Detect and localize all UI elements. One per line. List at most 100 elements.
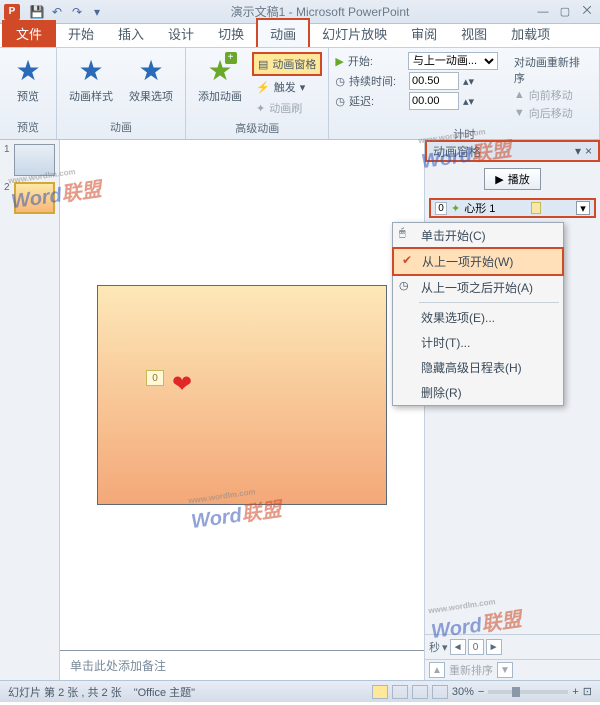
animation-painter-button[interactable]: ✦ 动画刷 bbox=[252, 98, 322, 118]
animation-list-item[interactable]: 0 ✦ 心形 1 ▾ bbox=[429, 198, 596, 218]
tab-review[interactable]: 审阅 bbox=[399, 20, 449, 47]
mouse-icon: 🖱 bbox=[399, 227, 406, 240]
thumbnails-panel: 1 2 bbox=[0, 140, 60, 680]
timeline-bar bbox=[531, 202, 541, 214]
animation-pane-button[interactable]: ▤ 动画窗格 bbox=[252, 52, 322, 76]
app-icon: P bbox=[4, 4, 20, 20]
tab-insert[interactable]: 插入 bbox=[106, 20, 156, 47]
tab-addins[interactable]: 加载项 bbox=[499, 20, 562, 47]
star-icon: ★ bbox=[138, 54, 163, 87]
reorder-up-button[interactable]: ▲ bbox=[429, 662, 445, 678]
duration-input[interactable] bbox=[409, 72, 459, 90]
animation-styles-button[interactable]: ★ 动画样式 bbox=[63, 52, 119, 106]
pane-icon: ▤ bbox=[258, 58, 268, 71]
slide-canvas[interactable]: 0 ❤ bbox=[60, 140, 424, 650]
fit-button[interactable]: ⊡ bbox=[583, 685, 592, 698]
slide-thumb-2[interactable]: 2 bbox=[4, 182, 55, 214]
qat-dropdown-icon[interactable]: ▾ bbox=[88, 3, 106, 21]
check-icon: ✔ bbox=[402, 253, 412, 267]
delay-input[interactable] bbox=[409, 92, 459, 110]
zoom-out-button[interactable]: − bbox=[478, 686, 484, 698]
item-dropdown-button[interactable]: ▾ bbox=[576, 201, 590, 215]
pane-close-icon[interactable]: × bbox=[585, 144, 592, 158]
pane-header: 动画窗格 ▾ × bbox=[425, 140, 600, 162]
star-icon: ★ bbox=[78, 54, 103, 87]
menu-remove[interactable]: 删除(R) bbox=[393, 380, 563, 405]
animation-pane: 动画窗格 ▾ × ▶ 播放 0 ✦ 心形 1 ▾ 秒 ▾ ◄ 0 ► ▲ 重新排… bbox=[424, 140, 600, 680]
menu-with-previous[interactable]: ✔ 从上一项开始(W) bbox=[392, 247, 564, 276]
close-button[interactable]: ⨉ bbox=[578, 4, 596, 20]
tab-home[interactable]: 开始 bbox=[56, 20, 106, 47]
timeline-next-button[interactable]: ► bbox=[486, 639, 502, 655]
preview-button[interactable]: ★ 预览 bbox=[6, 52, 50, 106]
theme-name: "Office 主题" bbox=[134, 684, 195, 700]
down-icon: ▼ bbox=[514, 107, 525, 119]
reorder-down-button[interactable]: ▼ bbox=[497, 662, 513, 678]
animation-tag[interactable]: 0 bbox=[146, 370, 164, 386]
workspace: 1 2 0 ❤ 单击此处添加备注 动画窗格 ▾ × ▶ 播放 0 ✦ bbox=[0, 140, 600, 680]
thumb-preview bbox=[14, 182, 56, 214]
timeline-pos: 0 bbox=[468, 639, 484, 655]
pane-dropdown-icon[interactable]: ▾ bbox=[575, 144, 581, 158]
move-later-button[interactable]: ▼向后移动 bbox=[514, 104, 587, 122]
slideshow-view-button[interactable] bbox=[432, 685, 448, 699]
menu-hide-timeline[interactable]: 隐藏高级日程表(H) bbox=[393, 355, 563, 380]
slide-area: 0 ❤ 单击此处添加备注 bbox=[60, 140, 424, 680]
slide[interactable]: 0 ❤ bbox=[97, 285, 387, 505]
up-icon: ▲ bbox=[514, 89, 525, 101]
clock-icon: ◷ bbox=[399, 279, 409, 292]
notes-pane[interactable]: 单击此处添加备注 bbox=[60, 650, 424, 680]
star-plus-icon: ★+ bbox=[207, 54, 232, 87]
group-timing: ▶ 开始: 与上一动画... ◷ 持续时间: ▴▾ ◷ 延迟: ▴▾ bbox=[329, 48, 600, 139]
sorter-view-button[interactable] bbox=[392, 685, 408, 699]
tab-design[interactable]: 设计 bbox=[156, 20, 206, 47]
move-earlier-button[interactable]: ▲向前移动 bbox=[514, 86, 587, 104]
menu-on-click[interactable]: 🖱 单击开始(C) bbox=[393, 223, 563, 248]
menu-timing[interactable]: 计时(T)... bbox=[393, 330, 563, 355]
play-icon: ▶ bbox=[335, 55, 343, 68]
tab-file[interactable]: 文件 bbox=[2, 20, 56, 47]
trigger-button[interactable]: ⚡ 触发 ▾ bbox=[252, 77, 322, 97]
tab-slideshow[interactable]: 幻灯片放映 bbox=[310, 20, 399, 47]
redo-icon[interactable]: ↷ bbox=[68, 3, 86, 21]
pane-reorder-row: ▲ 重新排序 ▼ bbox=[425, 659, 600, 680]
play-button[interactable]: ▶ 播放 bbox=[484, 168, 540, 190]
save-icon[interactable]: 💾 bbox=[28, 3, 46, 21]
clock-icon: ◷ bbox=[335, 75, 345, 88]
spinner-icon[interactable]: ▴▾ bbox=[463, 95, 474, 108]
group-preview: ★ 预览 预览 bbox=[0, 48, 57, 139]
ribbon: ★ 预览 预览 ★ 动画样式 ★ 效果选项 动画 ★+ 添加动画 bbox=[0, 48, 600, 140]
effect-options-button[interactable]: ★ 效果选项 bbox=[123, 52, 179, 106]
add-animation-button[interactable]: ★+ 添加动画 bbox=[192, 52, 248, 106]
menu-effect-options[interactable]: 效果选项(E)... bbox=[393, 305, 563, 330]
play-icon: ▶ bbox=[495, 173, 503, 186]
tab-view[interactable]: 视图 bbox=[449, 20, 499, 47]
zoom-in-button[interactable]: + bbox=[572, 686, 578, 698]
zoom-slider[interactable] bbox=[488, 690, 568, 694]
pane-timeline-footer: 秒 ▾ ◄ 0 ► bbox=[425, 634, 600, 659]
tab-transitions[interactable]: 切换 bbox=[206, 20, 256, 47]
status-bar: 幻灯片 第 2 张 , 共 2 张 "Office 主题" 30% − + ⊡ bbox=[0, 680, 600, 702]
menu-after-previous[interactable]: ◷ 从上一项之后开始(A) bbox=[393, 275, 563, 300]
slide-thumb-1[interactable]: 1 bbox=[4, 144, 55, 176]
start-select[interactable]: 与上一动画... bbox=[408, 52, 498, 70]
reading-view-button[interactable] bbox=[412, 685, 428, 699]
maximize-button[interactable]: ▢ bbox=[556, 4, 574, 20]
entrance-icon: ✦ bbox=[451, 202, 460, 215]
window-title: 演示文稿1 - Microsoft PowerPoint bbox=[106, 3, 534, 20]
context-menu: 🖱 单击开始(C) ✔ 从上一项开始(W) ◷ 从上一项之后开始(A) 效果选项… bbox=[392, 222, 564, 406]
timeline-prev-button[interactable]: ◄ bbox=[450, 639, 466, 655]
spinner-icon[interactable]: ▴▾ bbox=[463, 75, 474, 88]
tab-animations[interactable]: 动画 bbox=[256, 18, 310, 47]
quick-access-toolbar: 💾 ↶ ↷ ▾ bbox=[28, 3, 106, 21]
ribbon-tabs: 文件 开始 插入 设计 切换 动画 幻灯片放映 审阅 视图 加载项 bbox=[0, 24, 600, 48]
normal-view-button[interactable] bbox=[372, 685, 388, 699]
menu-separator bbox=[419, 302, 559, 303]
undo-icon[interactable]: ↶ bbox=[48, 3, 66, 21]
heart-shape[interactable]: ❤ bbox=[172, 370, 192, 399]
painter-icon: ✦ bbox=[256, 102, 265, 115]
lightning-icon: ⚡ bbox=[256, 81, 270, 94]
minimize-button[interactable]: — bbox=[534, 4, 552, 20]
thumb-preview bbox=[14, 144, 55, 176]
slide-counter: 幻灯片 第 2 张 , 共 2 张 bbox=[8, 684, 122, 700]
